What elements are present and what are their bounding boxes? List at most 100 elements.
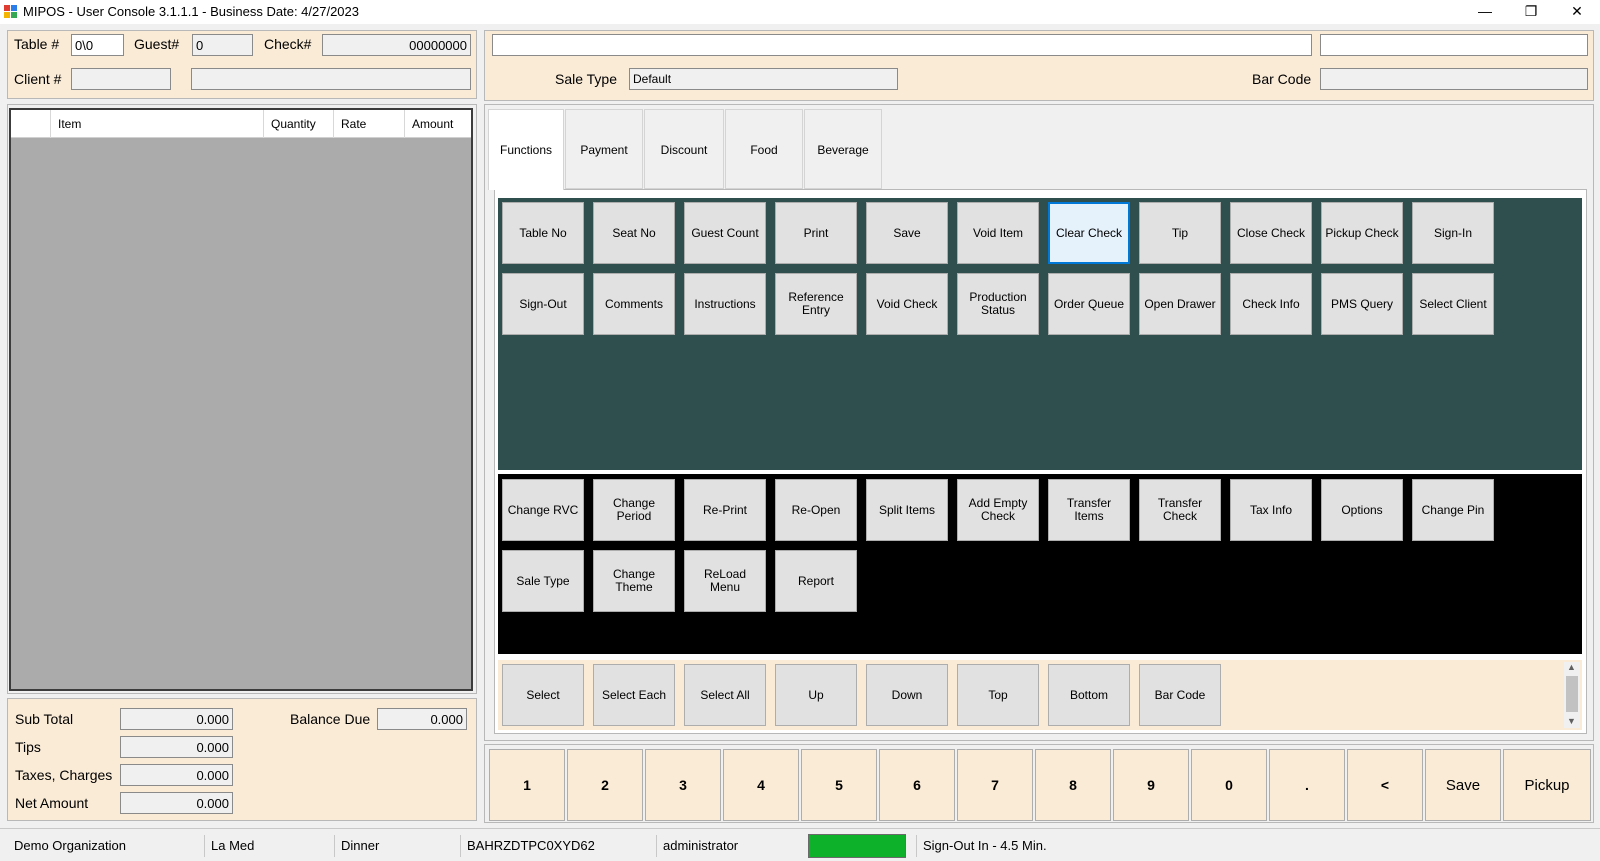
tab-beverage[interactable]: Beverage — [804, 109, 882, 189]
pms-query-button[interactable]: PMS Query — [1321, 273, 1403, 335]
column-header-quantity[interactable]: Quantity — [263, 110, 333, 138]
check-number-field[interactable] — [322, 34, 471, 56]
subtotal-field — [120, 708, 233, 730]
barcode-field[interactable] — [1320, 68, 1588, 90]
selection-scrollbar[interactable]: ▲ ▼ — [1564, 662, 1580, 728]
sign-out-button[interactable]: Sign-Out — [502, 273, 584, 335]
guest-count-button[interactable]: Guest Count — [684, 202, 766, 264]
pickup-check-button[interactable]: Pickup Check — [1321, 202, 1403, 264]
barcode-label: Bar Code — [1252, 71, 1312, 87]
select-client-button[interactable]: Select Client — [1412, 273, 1494, 335]
change-rvc-button[interactable]: Change RVC — [502, 479, 584, 541]
keypad-4-button[interactable]: 4 — [723, 749, 799, 821]
restore-button[interactable]: ❐ — [1508, 0, 1554, 24]
change-pin-button[interactable]: Change Pin — [1412, 479, 1494, 541]
keypad-5-button[interactable]: 5 — [801, 749, 877, 821]
keypad-backspace-button[interactable]: < — [1347, 749, 1423, 821]
table-no-button[interactable]: Table No — [502, 202, 584, 264]
seat-no-button[interactable]: Seat No — [593, 202, 675, 264]
transfer-check-button[interactable]: Transfer Check — [1139, 479, 1221, 541]
grid-header: Item Quantity Rate Amount — [11, 110, 471, 138]
tab-functions[interactable]: Functions — [488, 109, 564, 190]
void-item-button[interactable]: Void Item — [957, 202, 1039, 264]
scrollbar-thumb[interactable] — [1566, 676, 1578, 712]
secondary-input[interactable] — [1320, 34, 1588, 56]
keypad-2-button[interactable]: 2 — [567, 749, 643, 821]
keypad-1-button[interactable]: 1 — [489, 749, 565, 821]
report-button[interactable]: Report — [775, 550, 857, 612]
tab-payment[interactable]: Payment — [565, 109, 643, 189]
add-empty-check-button[interactable]: Add Empty Check — [957, 479, 1039, 541]
reload-menu-button[interactable]: ReLoad Menu — [684, 550, 766, 612]
sale-type-field[interactable] — [629, 68, 898, 90]
scroll-down-icon[interactable]: ▼ — [1567, 716, 1576, 726]
production-status-button[interactable]: Production Status — [957, 273, 1039, 335]
guest-label: Guest# — [134, 36, 180, 52]
keypad-6-button[interactable]: 6 — [879, 749, 955, 821]
keypad-save-button[interactable]: Save — [1425, 749, 1501, 821]
tab-food[interactable]: Food — [725, 109, 803, 189]
table-number-field[interactable] — [71, 34, 124, 56]
open-drawer-button[interactable]: Open Drawer — [1139, 273, 1221, 335]
tip-button[interactable]: Tip — [1139, 202, 1221, 264]
save-button[interactable]: Save — [866, 202, 948, 264]
order-queue-button[interactable]: Order Queue — [1048, 273, 1130, 335]
client-id-field[interactable] — [71, 68, 171, 90]
title-bar: MIPOS - User Console 3.1.1.1 - Business … — [0, 0, 1600, 24]
re-print-button[interactable]: Re-Print — [684, 479, 766, 541]
keypad-7-button[interactable]: 7 — [957, 749, 1033, 821]
column-header-amount[interactable]: Amount — [404, 110, 471, 138]
status-outlet: La Med — [204, 835, 334, 857]
status-user: administrator — [656, 835, 806, 857]
close-check-button[interactable]: Close Check — [1230, 202, 1312, 264]
select-button[interactable]: Select — [502, 664, 584, 726]
void-check-button[interactable]: Void Check — [866, 273, 948, 335]
options-button[interactable]: Options — [1321, 479, 1403, 541]
reference-entry-button[interactable]: Reference Entry — [775, 273, 857, 335]
tax-info-button[interactable]: Tax Info — [1230, 479, 1312, 541]
guest-number-field[interactable] — [192, 34, 253, 56]
keypad-decimal-button[interactable]: . — [1269, 749, 1345, 821]
top-button[interactable]: Top — [957, 664, 1039, 726]
keypad-8-button[interactable]: 8 — [1035, 749, 1111, 821]
column-header-select[interactable] — [11, 110, 50, 138]
re-open-button[interactable]: Re-Open — [775, 479, 857, 541]
check-info-button[interactable]: Check Info — [1230, 273, 1312, 335]
up-button[interactable]: Up — [775, 664, 857, 726]
select-each-button[interactable]: Select Each — [593, 664, 675, 726]
keypad-0-button[interactable]: 0 — [1191, 749, 1267, 821]
sign-in-button[interactable]: Sign-In — [1412, 202, 1494, 264]
taxes-field — [120, 764, 233, 786]
split-items-button[interactable]: Split Items — [866, 479, 948, 541]
comments-button[interactable]: Comments — [593, 273, 675, 335]
clear-check-button[interactable]: Clear Check — [1048, 202, 1130, 264]
sale-type-button[interactable]: Sale Type — [502, 550, 584, 612]
tips-label: Tips — [15, 739, 41, 755]
bottom-button[interactable]: Bottom — [1048, 664, 1130, 726]
change-theme-button[interactable]: Change Theme — [593, 550, 675, 612]
minimize-button[interactable]: — — [1462, 0, 1508, 24]
tab-discount[interactable]: Discount — [644, 109, 724, 189]
balance-due-label: Balance Due — [290, 711, 371, 727]
print-button[interactable]: Print — [775, 202, 857, 264]
change-period-button[interactable]: Change Period — [593, 479, 675, 541]
transfer-items-button[interactable]: Transfer Items — [1048, 479, 1130, 541]
search-input[interactable] — [492, 34, 1312, 56]
keypad-3-button[interactable]: 3 — [645, 749, 721, 821]
net-amount-label: Net Amount — [15, 795, 89, 811]
down-button[interactable]: Down — [866, 664, 948, 726]
keypad-pickup-button[interactable]: Pickup — [1503, 749, 1591, 821]
client-name-field[interactable] — [191, 68, 471, 90]
check-items-grid[interactable]: Item Quantity Rate Amount — [9, 108, 473, 691]
keypad-9-button[interactable]: 9 — [1113, 749, 1189, 821]
scroll-up-icon[interactable]: ▲ — [1567, 662, 1576, 672]
select-all-button[interactable]: Select All — [684, 664, 766, 726]
status-signout-timer: Sign-Out In - 4.5 Min. — [916, 835, 1116, 857]
instructions-button[interactable]: Instructions — [684, 273, 766, 335]
column-header-rate[interactable]: Rate — [333, 110, 404, 138]
bar-code-button[interactable]: Bar Code — [1139, 664, 1221, 726]
tips-field — [120, 736, 233, 758]
taxes-label: Taxes, Charges — [15, 767, 113, 783]
column-header-item[interactable]: Item — [50, 110, 263, 138]
close-button[interactable]: ✕ — [1554, 0, 1600, 24]
